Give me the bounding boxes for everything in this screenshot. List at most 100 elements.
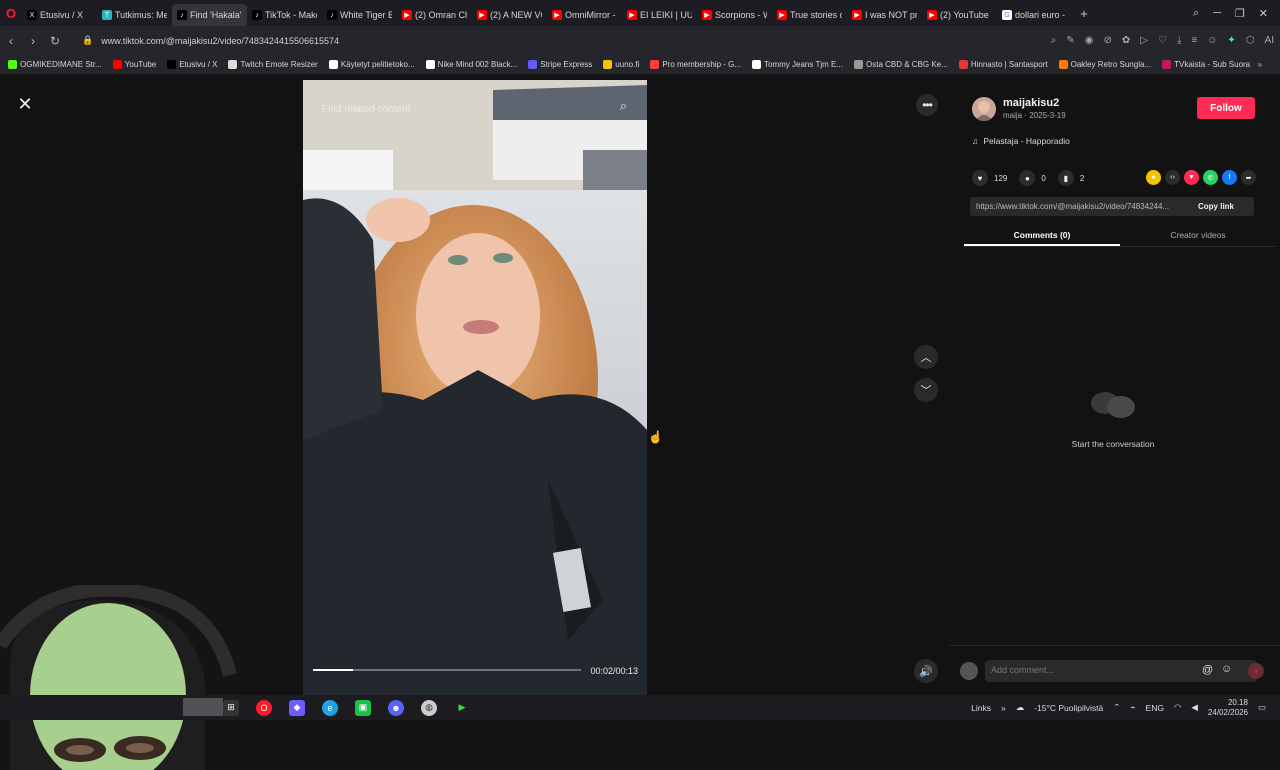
facebook-icon[interactable]: f [1222, 170, 1237, 185]
app-icon[interactable]: ◆ [289, 699, 305, 716]
emoji-icon[interactable]: ☺ [1221, 663, 1232, 675]
links-label[interactable]: Links [971, 703, 991, 713]
browser-tab[interactable]: ♪Find 'Hakala' on TikTok [172, 4, 247, 26]
browser-tab[interactable]: X Etusivu / X [22, 4, 97, 26]
more-options-icon[interactable]: ••• [916, 94, 938, 116]
bookmarks-more-icon[interactable]: » [1258, 60, 1262, 69]
menu-icon[interactable]: ≡ [1191, 35, 1197, 46]
mention-icon[interactable]: @ [1202, 664, 1213, 676]
music-link[interactable]: ♫ Pelastaja - Happoradio [972, 136, 1070, 146]
send-icon[interactable]: ▼ [1184, 170, 1199, 185]
app-arrow-icon[interactable]: ▶ [454, 700, 470, 716]
browser-tab[interactable]: ▶I was NOT prep [847, 4, 922, 26]
next-video-button[interactable]: ﹀ [914, 378, 938, 402]
comment-input[interactable]: Add comment... [985, 660, 1257, 682]
save-button[interactable]: ▮ 2 [1057, 170, 1084, 186]
bookmark-item[interactable]: TVkaista - Sub Suora [1162, 60, 1250, 69]
heart-icon[interactable]: ♡ [1158, 35, 1167, 46]
minimize-button[interactable]: ─ [1213, 7, 1221, 19]
chevron-icon[interactable]: » [1001, 703, 1006, 713]
zoom-icon[interactable]: ⌕ [1051, 35, 1057, 46]
discord-icon[interactable]: ☻ [388, 699, 404, 716]
network-icon[interactable]: ⌁ [1130, 702, 1135, 713]
bookmark-item[interactable]: Twitch Emote Resizer [228, 60, 318, 69]
bookmark-item[interactable]: Oakley Retro Sungla... [1058, 60, 1151, 69]
video-player[interactable]: Find related content ⌕ 00:02/00:13 [303, 80, 647, 695]
tab-comments[interactable]: Comments (0) [964, 225, 1120, 246]
new-tab-button[interactable]: + [1076, 5, 1092, 21]
comment-button[interactable]: ● 0 [1019, 170, 1046, 186]
opera-taskbar-icon[interactable]: O [256, 699, 272, 716]
username[interactable]: maijakisu2 [1003, 97, 1059, 109]
bookmark-item[interactable]: uuno.fi [603, 60, 639, 69]
url-field[interactable]: www.tiktok.com/@maijakisu2/video/7483424… [101, 36, 339, 46]
bookmark-item[interactable]: Pro membership - G... [650, 60, 741, 69]
share-link-url[interactable]: https://www.tiktok.com/@maijakisu2/video… [970, 202, 1192, 211]
browser-tab[interactable]: ▶ (2) YouTube [922, 4, 997, 26]
share-arrow-icon[interactable]: ➦ [1241, 170, 1256, 185]
browser-tab[interactable]: ♪White Tiger Bo [322, 4, 397, 26]
snapshot-icon[interactable]: ✎ [1066, 35, 1074, 46]
bookmark-item[interactable]: Hinnasto | Santasport [958, 60, 1048, 69]
weather-text[interactable]: -15°C Puolipilvistä [1034, 703, 1103, 713]
task-view-icon[interactable]: ⊞ [223, 699, 239, 716]
app-green-icon[interactable]: ▣ [355, 699, 371, 716]
tab-creator-videos[interactable]: Creator videos [1120, 225, 1276, 246]
back-button[interactable]: ‹ [0, 34, 22, 48]
volume-icon[interactable]: 🔊 [914, 659, 938, 683]
player-icon[interactable]: ▷ [1140, 35, 1148, 46]
browser-tab[interactable]: ▶OmniMirror - Y [547, 4, 622, 26]
coin-icon[interactable]: ● [1146, 170, 1161, 185]
bookmark-item[interactable]: Osta CBD & CBG Ke... [854, 60, 948, 69]
browser-tab[interactable]: ▶Scorpions - Win [697, 4, 772, 26]
bookmark-item[interactable]: Tommy Jeans Tjm E... [752, 60, 843, 69]
lock-icon[interactable]: 🔒 [82, 35, 93, 46]
bookmark-item[interactable]: YouTube [112, 60, 156, 69]
ai-icon[interactable]: AI [1265, 35, 1274, 46]
tray-up-icon[interactable]: ⌃ [1113, 702, 1120, 713]
find-related-content[interactable]: Find related content [322, 104, 410, 115]
bookmark-item[interactable]: OGMIKEDIMANE Str... [8, 60, 102, 69]
avatar[interactable] [972, 97, 996, 121]
restore-button[interactable]: ❐ [1235, 7, 1245, 20]
video-progress-bar[interactable] [313, 669, 581, 671]
speaker-icon[interactable]: ◀ [1191, 702, 1198, 713]
bookmark-item[interactable]: Etusivu / X [167, 60, 217, 69]
bookmark-item[interactable]: Nike Mind 002 Black... [425, 60, 517, 69]
close-icon[interactable]: ✕ [14, 93, 36, 115]
send-comment-button[interactable]: ↑ [1248, 663, 1264, 679]
bookmark-item[interactable]: Stripe Express [528, 60, 592, 69]
whatsapp-icon[interactable]: ✆ [1203, 170, 1218, 185]
edge-icon[interactable]: e [322, 699, 338, 716]
video-search-icon[interactable]: ⌕ [620, 98, 627, 114]
wifi-icon[interactable]: ◠ [1174, 702, 1181, 713]
language-indicator[interactable]: ENG [1146, 703, 1164, 713]
aria-icon[interactable]: ✦ [1227, 35, 1235, 46]
browser-tab[interactable]: ▶(2) Omran Cha [397, 4, 472, 26]
profile-icon[interactable]: ☺ [1207, 35, 1217, 46]
notifications-icon[interactable]: ▭ [1258, 702, 1266, 713]
download-icon[interactable]: ⤓ [1177, 35, 1181, 46]
extensions-icon[interactable]: ✿ [1122, 35, 1130, 46]
browser-tab[interactable]: ▶(2) A NEW VOIC [472, 4, 547, 26]
browser-tab[interactable]: ♪TikTok - Make Y [247, 4, 322, 26]
opera-logo-icon[interactable]: O [0, 0, 22, 26]
forward-button[interactable]: › [22, 34, 44, 48]
camera-icon[interactable]: ◉ [1085, 35, 1094, 46]
reload-icon[interactable]: ↻ [44, 34, 66, 48]
copy-link-button[interactable]: Copy link [1198, 202, 1234, 211]
app-gray-icon[interactable]: ◍ [421, 699, 437, 716]
embed-icon[interactable]: ‹› [1165, 170, 1180, 185]
browser-tab[interactable]: Gdollari euro - G [997, 4, 1072, 26]
browser-tab[interactable]: TTutkimus: Megi [97, 4, 172, 26]
like-button[interactable]: ♥ 129 [972, 170, 1007, 186]
close-window-button[interactable]: ✕ [1259, 7, 1268, 20]
cube-icon[interactable]: ⬡ [1246, 35, 1255, 46]
search-tabs-icon[interactable]: ⌕ [1193, 7, 1199, 20]
browser-tab[interactable]: ▶EI LEIKI | UUS A [622, 4, 697, 26]
vpn-icon[interactable]: ⊘ [1103, 35, 1111, 46]
bookmark-item[interactable]: Käytetyt pelitietoko... [328, 60, 415, 69]
browser-tab[interactable]: ▶True stories of J [772, 4, 847, 26]
follow-button[interactable]: Follow [1197, 97, 1255, 119]
previous-video-button[interactable]: ︿ [914, 345, 938, 369]
